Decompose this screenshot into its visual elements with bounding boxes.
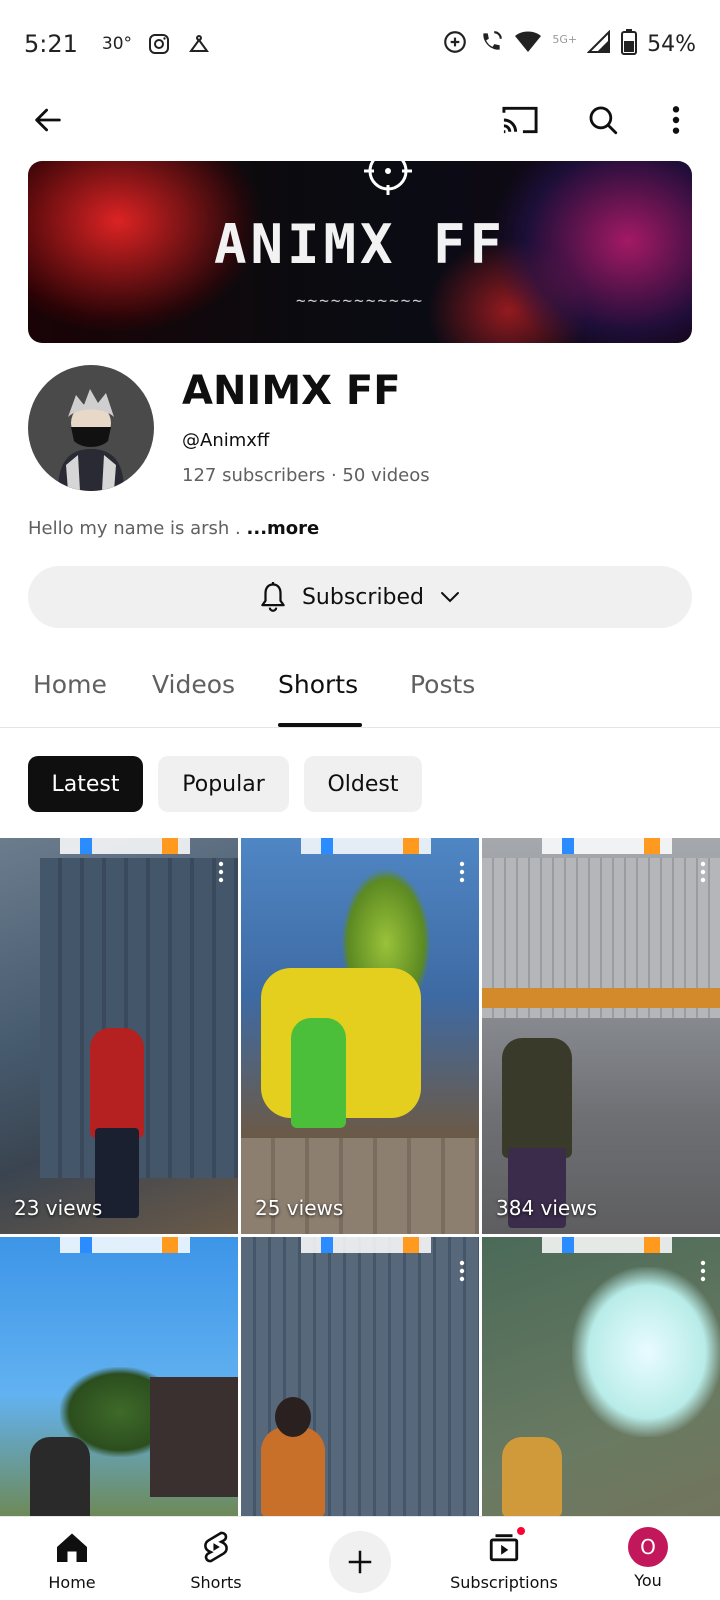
thumbnail-hud xyxy=(60,838,190,854)
crosshair-icon xyxy=(364,161,412,195)
short-tile[interactable] xyxy=(482,1237,720,1518)
short-views: 384 views xyxy=(496,1196,598,1220)
nav-you-label: You xyxy=(634,1571,662,1590)
create-button[interactable] xyxy=(329,1531,391,1593)
shorts-grid: 23 views 25 views 384 views xyxy=(0,838,720,1518)
tab-home[interactable]: Home xyxy=(33,670,107,699)
nav-home-label: Home xyxy=(48,1573,96,1592)
status-right-group: 5G+ 54% xyxy=(442,29,696,59)
thumbnail-hud xyxy=(542,1237,672,1253)
thumbnail-hud xyxy=(542,838,672,854)
more-vert-icon xyxy=(672,106,680,134)
subscriptions-icon xyxy=(487,1525,527,1565)
thumbnail-player-head xyxy=(275,1397,311,1437)
bell-icon xyxy=(261,582,285,612)
nav-shorts-label: Shorts xyxy=(190,1573,242,1592)
wifi-call-icon xyxy=(478,29,504,59)
channel-description-text: Hello my name is arsh . xyxy=(28,518,241,539)
bottom-navigation: Home Shorts Subscriptions O You xyxy=(0,1516,720,1600)
active-tab-indicator xyxy=(278,723,362,727)
you-avatar: O xyxy=(628,1527,668,1567)
short-tile[interactable]: 384 views xyxy=(482,838,720,1234)
tab-shorts[interactable]: Shorts xyxy=(278,670,358,699)
more-vert-icon[interactable] xyxy=(700,1259,706,1283)
instagram-icon xyxy=(146,31,172,57)
game-notification-icon xyxy=(186,31,212,57)
nav-shorts[interactable]: Shorts xyxy=(144,1517,288,1600)
nav-subscriptions-label: Subscriptions xyxy=(450,1573,558,1592)
you-avatar-icon: O xyxy=(628,1527,668,1567)
more-vert-icon[interactable] xyxy=(459,1259,465,1283)
status-bar: 5:21 30° 5G+ 54% xyxy=(0,0,720,88)
avatar-character-icon xyxy=(58,389,124,491)
thumbnail-hud xyxy=(301,1237,431,1253)
arrow-left-icon xyxy=(35,108,61,132)
subscribed-label: Subscribed xyxy=(301,584,425,610)
subscribed-button[interactable]: Subscribed xyxy=(28,566,692,628)
thumbnail-player xyxy=(502,1437,562,1517)
channel-avatar[interactable] xyxy=(28,365,154,491)
channel-banner: ANIMX FF ~~~~~~~~~~~ xyxy=(28,161,692,343)
search-button[interactable] xyxy=(575,92,631,148)
battery-percent: 54% xyxy=(647,31,696,57)
nav-home[interactable]: Home xyxy=(0,1517,144,1600)
banner-decoration: ~~~~~~~~~~~ xyxy=(296,291,424,310)
more-vert-icon[interactable] xyxy=(700,860,706,884)
status-time: 5:21 xyxy=(24,30,78,58)
notification-dot xyxy=(515,1525,527,1537)
thumbnail-player xyxy=(502,1038,572,1158)
channel-name: ANIMX FF xyxy=(182,368,401,414)
nav-subscriptions[interactable]: Subscriptions xyxy=(432,1517,576,1600)
channel-handle: @Animxff xyxy=(182,430,270,451)
more-vert-icon[interactable] xyxy=(459,860,465,884)
channel-tabs: Home Videos Shorts Posts xyxy=(0,640,720,728)
chip-latest[interactable]: Latest xyxy=(28,756,143,812)
thumbnail-player xyxy=(90,1028,144,1138)
thumbnail-player xyxy=(30,1437,90,1518)
tab-posts[interactable]: Posts xyxy=(410,670,475,699)
more-link[interactable]: ...more xyxy=(247,518,320,539)
plus-icon xyxy=(348,1550,372,1574)
thumbnail-player xyxy=(261,1427,325,1517)
channel-description[interactable]: Hello my name is arsh . ...more xyxy=(28,518,319,539)
top-app-bar xyxy=(0,88,720,152)
short-tile[interactable] xyxy=(0,1237,238,1518)
signal-icon xyxy=(586,29,611,58)
battery-icon xyxy=(621,29,638,59)
channel-stats: 127 subscribers · 50 videos xyxy=(182,465,430,486)
wifi-icon xyxy=(514,30,542,58)
chevron-down-icon xyxy=(441,592,460,603)
short-tile[interactable] xyxy=(241,1237,479,1518)
chip-oldest[interactable]: Oldest xyxy=(304,756,422,812)
shorts-icon xyxy=(200,1529,232,1565)
home-icon xyxy=(54,1529,90,1565)
short-tile[interactable]: 23 views xyxy=(0,838,238,1234)
more-vert-icon[interactable] xyxy=(218,860,224,884)
thumbnail-hud xyxy=(301,838,431,854)
nav-you[interactable]: O You xyxy=(576,1517,720,1600)
tab-videos[interactable]: Videos xyxy=(152,670,235,699)
cast-button[interactable] xyxy=(492,92,548,148)
thumbnail-hud xyxy=(60,1237,190,1253)
short-views: 25 views xyxy=(255,1196,344,1220)
thumbnail-ground xyxy=(482,988,720,1008)
banner-title: ANIMX FF xyxy=(213,213,507,276)
short-views: 23 views xyxy=(14,1196,103,1220)
thumbnail-shed xyxy=(150,1377,238,1497)
back-button[interactable] xyxy=(20,92,76,148)
short-tile[interactable]: 25 views xyxy=(241,838,479,1234)
thumbnail-smoke xyxy=(572,1267,720,1437)
data-saver-icon xyxy=(442,29,468,59)
more-options-button[interactable] xyxy=(648,92,704,148)
cast-icon xyxy=(502,106,538,134)
thumbnail-player xyxy=(291,1018,346,1128)
network-label: 5G+ xyxy=(552,33,578,46)
chip-popular[interactable]: Popular xyxy=(158,756,289,812)
search-icon xyxy=(589,106,618,135)
status-temperature: 30° xyxy=(101,34,133,54)
